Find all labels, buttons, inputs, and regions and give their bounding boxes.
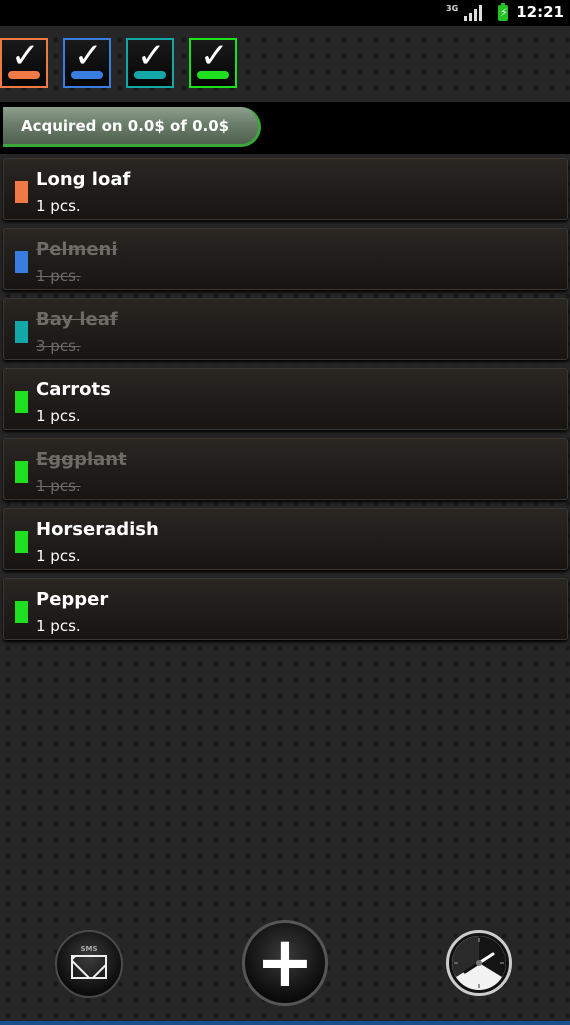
bottom-accent-strip bbox=[0, 1021, 570, 1025]
item-quantity: 1 pcs. bbox=[36, 197, 81, 215]
reminder-button[interactable] bbox=[446, 930, 512, 996]
color-swatch bbox=[8, 71, 40, 79]
item-color-marker bbox=[15, 251, 28, 273]
checkmark-icon: ✓ bbox=[74, 36, 103, 76]
data-icon: 3G bbox=[446, 4, 459, 13]
color-filter-toggle[interactable]: ✓ bbox=[0, 36, 48, 88]
status-bar: 3G ⚡ 12:21 bbox=[0, 0, 570, 26]
signal-icon bbox=[464, 5, 482, 21]
item-quantity: 1 pcs. bbox=[36, 477, 81, 495]
list-item[interactable]: Bay leaf 3 pcs. bbox=[3, 298, 568, 360]
envelope-icon bbox=[71, 955, 107, 979]
battery-icon: ⚡ bbox=[498, 3, 508, 21]
item-color-marker bbox=[15, 181, 28, 203]
item-name: Carrots bbox=[36, 379, 111, 400]
item-name: Eggplant bbox=[36, 449, 127, 470]
item-quantity: 1 pcs. bbox=[36, 547, 81, 565]
item-name: Bay leaf bbox=[36, 309, 118, 330]
item-name: Long loaf bbox=[36, 169, 131, 190]
color-swatch bbox=[71, 71, 103, 79]
clock-icon bbox=[452, 936, 506, 990]
checkmark-icon: ✓ bbox=[200, 36, 229, 76]
summary-bar: Acquired on 0.0$ of 0.0$ bbox=[0, 102, 570, 154]
checkmark-icon: ✓ bbox=[137, 36, 166, 76]
color-filter-toggle[interactable]: ✓ bbox=[63, 36, 111, 88]
acquired-summary-text: Acquired on 0.0$ of 0.0$ bbox=[21, 117, 230, 135]
item-name: Pepper bbox=[36, 589, 109, 610]
add-item-button[interactable]: + bbox=[242, 920, 328, 1006]
send-sms-button[interactable]: SMS bbox=[55, 930, 123, 998]
shopping-list: Long loaf 1 pcs. Pelmeni 1 pcs. Bay leaf 3 pc… bbox=[0, 154, 570, 640]
item-name: Horseradish bbox=[36, 519, 159, 540]
list-item[interactable]: Pelmeni 1 pcs. bbox=[3, 228, 568, 290]
color-filter-toggle[interactable]: ✓ bbox=[126, 36, 174, 88]
status-time: 12:21 bbox=[516, 3, 564, 21]
list-item[interactable]: Carrots 1 pcs. bbox=[3, 368, 568, 430]
item-color-marker bbox=[15, 391, 28, 413]
color-swatch bbox=[197, 71, 229, 79]
list-item[interactable]: Pepper 1 pcs. bbox=[3, 578, 568, 640]
item-color-marker bbox=[15, 321, 28, 343]
item-quantity: 1 pcs. bbox=[36, 617, 81, 635]
item-color-marker bbox=[15, 461, 28, 483]
color-filter-bar: ✓ ✓ ✓ ✓ bbox=[0, 26, 570, 102]
list-item[interactable]: Long loaf 1 pcs. bbox=[3, 158, 568, 220]
sms-label: SMS bbox=[80, 945, 98, 953]
item-name: Pelmeni bbox=[36, 239, 118, 260]
item-color-marker bbox=[15, 601, 28, 623]
plus-icon: + bbox=[255, 921, 315, 1003]
item-quantity: 3 pcs. bbox=[36, 337, 81, 355]
item-color-marker bbox=[15, 531, 28, 553]
item-quantity: 1 pcs. bbox=[36, 267, 81, 285]
list-item[interactable]: Horseradish 1 pcs. bbox=[3, 508, 568, 570]
acquired-summary[interactable]: Acquired on 0.0$ of 0.0$ bbox=[3, 107, 261, 147]
item-quantity: 1 pcs. bbox=[36, 407, 81, 425]
checkmark-icon: ✓ bbox=[11, 36, 40, 76]
color-swatch bbox=[134, 71, 166, 79]
list-item[interactable]: Eggplant 1 pcs. bbox=[3, 438, 568, 500]
color-filter-toggle[interactable]: ✓ bbox=[189, 36, 237, 88]
